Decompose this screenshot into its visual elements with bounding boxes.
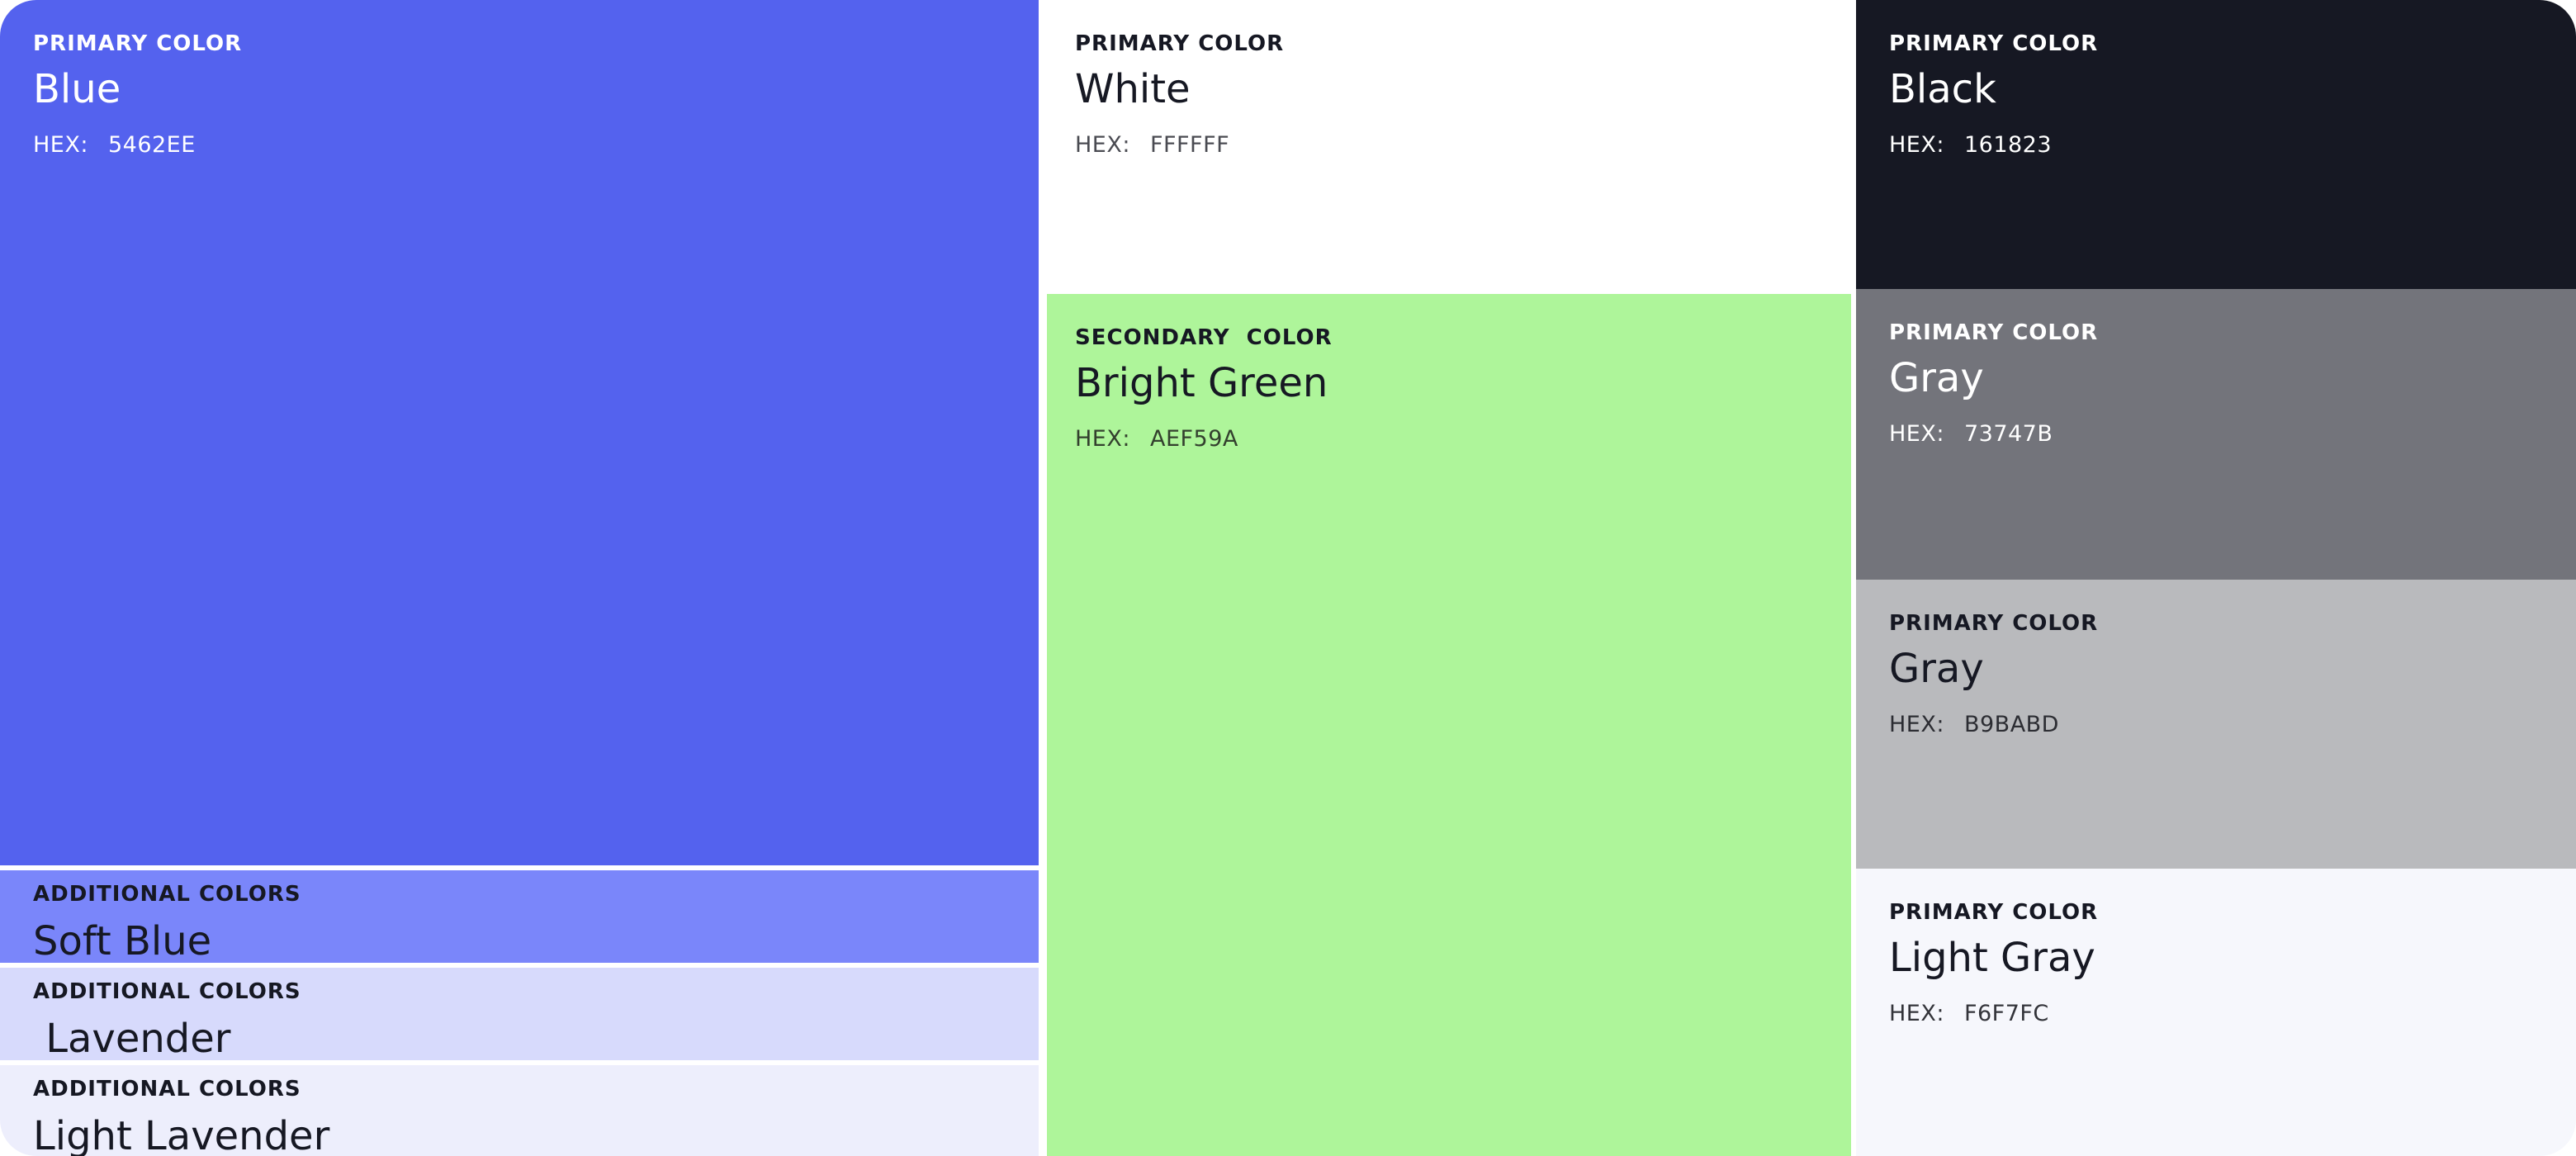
swatch-color-name: Lavender <box>33 1016 231 1062</box>
swatch-blue: PRIMARY COLOR Blue HEX: 5462EE <box>0 0 1039 865</box>
swatch-category-label: PRIMARY COLOR <box>1889 900 2099 925</box>
swatch-color-name: Light Lavender <box>33 1113 330 1156</box>
swatch-color-name: Gray <box>1889 646 1984 692</box>
swatch-hex-row: HEX: 73747B <box>1889 423 2543 445</box>
swatch-hex-row: HEX: 161823 <box>1889 134 2543 156</box>
hex-prefix: HEX: <box>1075 132 1130 158</box>
swatch-hex-row: HEX: FFFFFF <box>1075 134 1823 156</box>
swatch-color-name: Gray <box>1889 355 1984 401</box>
swatch-light-lavender: ADDITIONAL COLORS Light Lavender <box>0 1065 1039 1156</box>
hex-prefix: HEX: <box>33 132 88 158</box>
swatch-category-label: ADDITIONAL COLORS <box>33 979 301 1004</box>
swatch-category-label: PRIMARY COLOR <box>1889 320 2099 345</box>
swatch-category-label: PRIMARY COLOR <box>1075 31 1285 56</box>
swatch-category-label: ADDITIONAL COLORS <box>33 1077 301 1102</box>
swatch-category-label: PRIMARY COLOR <box>33 31 243 56</box>
swatch-white: PRIMARY COLOR White HEX: FFFFFF <box>1042 0 1856 291</box>
hex-value: 5462EE <box>107 132 196 158</box>
swatch-gray-dark: PRIMARY COLOR Gray HEX: 73747B <box>1856 289 2576 580</box>
hex-value: 73747B <box>1963 421 2053 447</box>
hex-prefix: HEX: <box>1889 421 1944 447</box>
hex-prefix: HEX: <box>1889 132 1944 158</box>
hex-value: B9BABD <box>1963 712 2059 737</box>
hex-prefix: HEX: <box>1889 712 1944 737</box>
hex-prefix: HEX: <box>1075 426 1130 452</box>
swatch-hex-row: HEX: F6F7FC <box>1889 1002 2543 1025</box>
color-palette-board: PRIMARY COLOR Blue HEX: 5462EE ADDITIONAL… <box>0 0 2576 1156</box>
hex-value: AEF59A <box>1149 426 1238 452</box>
swatch-color-name: Black <box>1889 66 1996 112</box>
swatch-soft-blue: ADDITIONAL COLORS Soft Blue <box>0 870 1039 963</box>
swatch-color-name: Light Gray <box>1889 935 2095 981</box>
swatch-category-label: ADDITIONAL COLORS <box>33 882 301 907</box>
swatch-color-name: White <box>1075 66 1191 112</box>
swatch-color-name: Blue <box>33 66 121 112</box>
swatch-gray-light: PRIMARY COLOR Gray HEX: B9BABD <box>1856 580 2576 869</box>
swatch-color-name: Bright Green <box>1075 360 1328 406</box>
swatch-hex-row: HEX: AEF59A <box>1075 428 1818 450</box>
hex-value: F6F7FC <box>1963 1001 2049 1026</box>
swatch-lavender: ADDITIONAL COLORS Lavender <box>0 968 1039 1060</box>
swatch-category-label: PRIMARY COLOR <box>1889 31 2099 56</box>
swatch-black: PRIMARY COLOR Black HEX: 161823 <box>1856 0 2576 289</box>
swatch-light-gray: PRIMARY COLOR Light Gray HEX: F6F7FC <box>1856 869 2576 1156</box>
swatch-color-name: Soft Blue <box>33 918 212 964</box>
swatch-bright-green: SECONDARY COLOR Bright Green HEX: AEF59A <box>1047 294 1851 1156</box>
swatch-hex-row: HEX: B9BABD <box>1889 713 2543 736</box>
hex-prefix: HEX: <box>1889 1001 1944 1026</box>
hex-value: 161823 <box>1963 132 2053 158</box>
swatch-category-label: SECONDARY COLOR <box>1075 325 1333 350</box>
swatch-hex-row: HEX: 5462EE <box>33 134 1006 156</box>
swatch-category-label: PRIMARY COLOR <box>1889 611 2099 636</box>
hex-value: FFFFFF <box>1149 132 1230 158</box>
